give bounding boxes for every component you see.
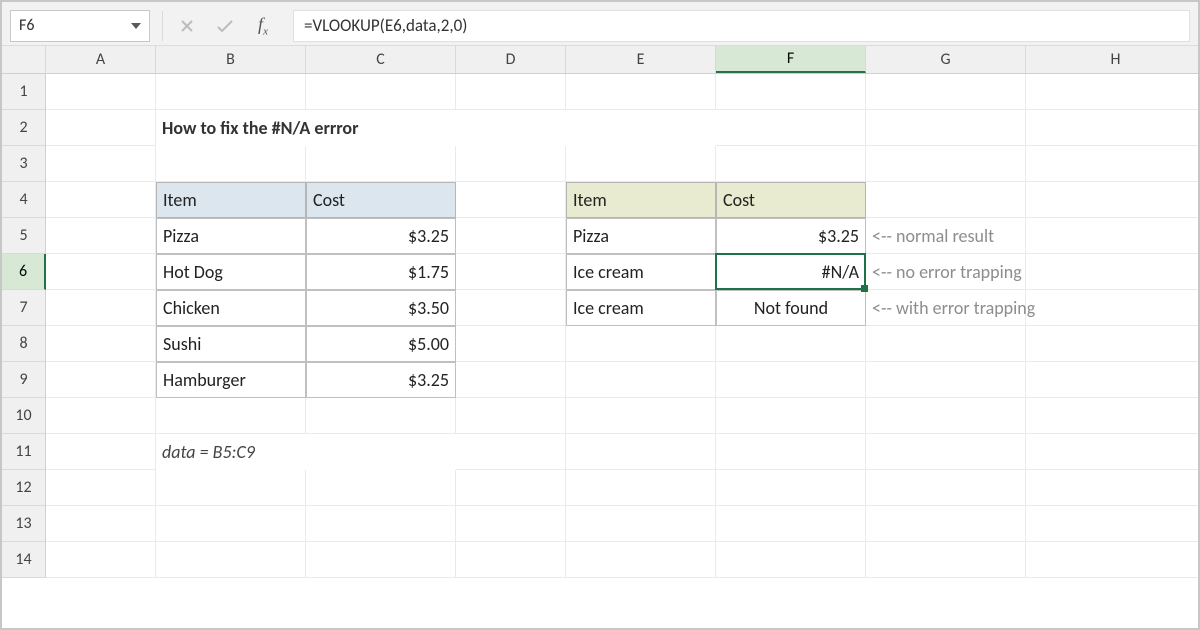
t2-r0-item[interactable]: Pizza	[566, 218, 716, 254]
row-9[interactable]: 9	[2, 362, 46, 398]
t2-r1-cost[interactable]: #N/A	[716, 254, 866, 290]
row-10[interactable]: 10	[2, 398, 46, 434]
row-8[interactable]: 8	[2, 326, 46, 362]
note-0: <-- normal result	[866, 218, 1026, 254]
t2-head-cost[interactable]: Cost	[716, 182, 866, 218]
name-box-dropdown-icon[interactable]	[131, 23, 141, 29]
grid-cells[interactable]: How to fix the #N/A errror Item Cost Ite…	[46, 74, 1198, 578]
t2-r1-item[interactable]: Ice cream	[566, 254, 716, 290]
fx-icon[interactable]: fx	[249, 12, 277, 40]
t1-r4-cost[interactable]: $3.25	[306, 362, 456, 398]
divider	[162, 11, 163, 41]
name-box-value: F6	[19, 16, 34, 35]
row-4[interactable]: 4	[2, 182, 46, 218]
row-2[interactable]: 2	[2, 110, 46, 146]
row-headers[interactable]: 1 2 3 4 5 6 7 8 9 10 11 12 13 14	[2, 74, 46, 578]
t1-r4-item[interactable]: Hamburger	[156, 362, 306, 398]
formula-bar-row: F6 fx =VLOOKUP(E6,data,2,0)	[2, 2, 1198, 46]
note-2: <-- with error trapping	[866, 290, 1026, 326]
col-A[interactable]: A	[46, 46, 156, 73]
row-12[interactable]: 12	[2, 470, 46, 506]
row-5[interactable]: 5	[2, 218, 46, 254]
t1-r1-cost[interactable]: $1.75	[306, 254, 456, 290]
col-F[interactable]: F	[716, 46, 866, 73]
t1-r3-cost[interactable]: $5.00	[306, 326, 456, 362]
col-H[interactable]: H	[1026, 46, 1200, 73]
t1-r2-cost[interactable]: $3.50	[306, 290, 456, 326]
row-7[interactable]: 7	[2, 290, 46, 326]
col-C[interactable]: C	[306, 46, 456, 73]
row-14[interactable]: 14	[2, 542, 46, 578]
row-13[interactable]: 13	[2, 506, 46, 542]
select-all-corner[interactable]	[2, 46, 46, 73]
formula-text: =VLOOKUP(E6,data,2,0)	[304, 15, 467, 36]
row-1[interactable]: 1	[2, 74, 46, 110]
t1-r0-cost[interactable]: $3.25	[306, 218, 456, 254]
page-title: How to fix the #N/A errror	[156, 110, 716, 146]
row-6[interactable]: 6	[2, 254, 46, 290]
cancel-icon[interactable]	[173, 12, 201, 40]
col-E[interactable]: E	[566, 46, 716, 73]
t1-r1-item[interactable]: Hot Dog	[156, 254, 306, 290]
enter-icon[interactable]	[211, 12, 239, 40]
note-1: <-- no error trapping	[866, 254, 1026, 290]
row-11[interactable]: 11	[2, 434, 46, 470]
named-range-note: data = B5:C9	[156, 434, 456, 470]
t1-r0-item[interactable]: Pizza	[156, 218, 306, 254]
t2-head-item[interactable]: Item	[566, 182, 716, 218]
t2-r2-cost[interactable]: Not found	[716, 290, 866, 326]
row-3[interactable]: 3	[2, 146, 46, 182]
col-G[interactable]: G	[866, 46, 1026, 73]
t2-r2-item[interactable]: Ice cream	[566, 290, 716, 326]
window-frame: F6 fx =VLOOKUP(E6,data,2,0) A B C D E F …	[0, 0, 1200, 630]
t1-head-item[interactable]: Item	[156, 182, 306, 218]
name-box[interactable]: F6	[10, 10, 150, 42]
t2-r0-cost[interactable]: $3.25	[716, 218, 866, 254]
col-B[interactable]: B	[156, 46, 306, 73]
t1-r3-item[interactable]: Sushi	[156, 326, 306, 362]
formula-bar[interactable]: =VLOOKUP(E6,data,2,0)	[293, 10, 1190, 42]
t1-r2-item[interactable]: Chicken	[156, 290, 306, 326]
col-D[interactable]: D	[456, 46, 566, 73]
t1-head-cost[interactable]: Cost	[306, 182, 456, 218]
column-headers[interactable]: A B C D E F G H	[2, 46, 1198, 74]
worksheet[interactable]: A B C D E F G H 1 2 3 4 5 6 7 8 9 10 11 …	[2, 46, 1198, 628]
